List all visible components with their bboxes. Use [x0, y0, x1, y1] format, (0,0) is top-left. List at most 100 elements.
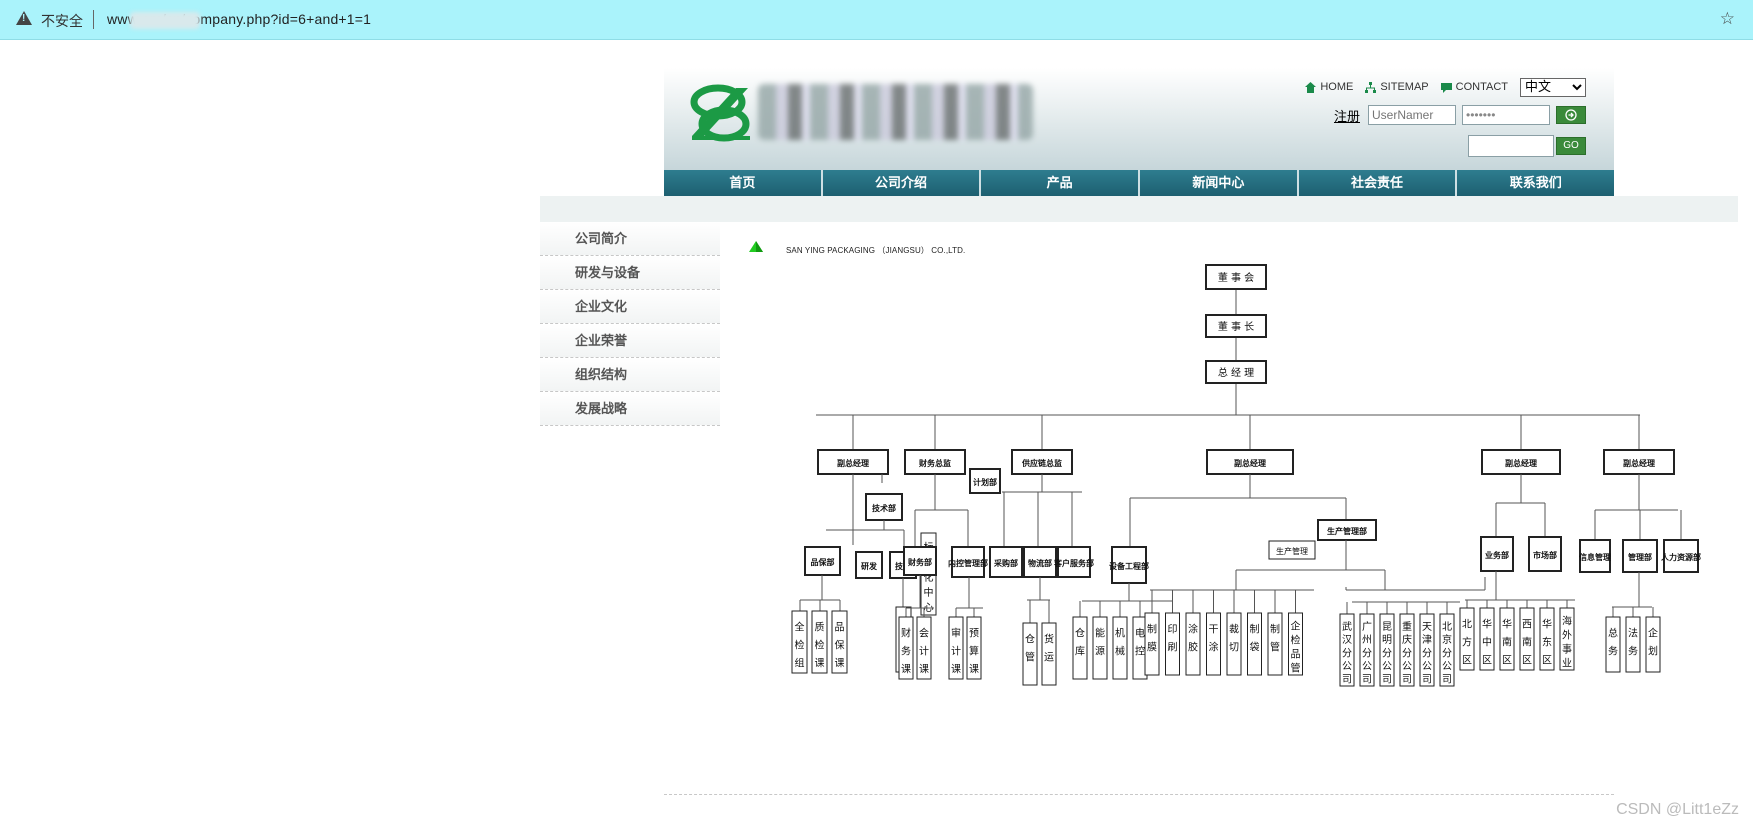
org-box-char: 分 — [1422, 647, 1432, 659]
org-box-label: 财务总监 — [918, 458, 951, 468]
org-box: 供应链总监 — [1011, 449, 1073, 475]
org-box-char: 华 — [1482, 618, 1492, 631]
org-box: 董 事 长 — [1205, 314, 1267, 338]
org-box-char: 外 — [1562, 630, 1572, 642]
nav-news[interactable]: 新闻中心 — [1140, 170, 1299, 196]
org-box-label: 信息管理 — [1579, 552, 1611, 562]
register-link[interactable]: 注册 — [1334, 106, 1360, 125]
sidebar-item-profile[interactable]: 公司简介 — [540, 222, 720, 256]
org-box-char: 质 — [815, 622, 825, 634]
org-box-label: 业务部 — [1485, 550, 1509, 560]
username-input[interactable] — [1368, 105, 1456, 125]
sidebar-item-structure[interactable]: 组织结构 — [540, 358, 720, 392]
org-box-char: 公 — [1362, 662, 1372, 673]
org-box: 法务 — [1625, 616, 1641, 673]
org-box: 采购部 — [989, 546, 1023, 578]
org-box-char: 公 — [1422, 662, 1432, 673]
security-label[interactable]: 不安全 — [41, 11, 83, 31]
org-box: 副总经理 — [1481, 449, 1561, 475]
address-bar[interactable]: 不安全 www om/cn/company.php?id=6+and+1=1 ☆ — [0, 0, 1753, 40]
org-box-char: 司 — [1422, 675, 1432, 686]
org-box-char: 东 — [1542, 636, 1552, 649]
contact-icon — [1440, 82, 1452, 93]
org-box-label: 副总经理 — [837, 458, 869, 468]
org-box-char: 公 — [1402, 662, 1412, 673]
sitemap-link[interactable]: SITEMAP — [1365, 81, 1429, 93]
org-box: 制袋 — [1247, 612, 1262, 676]
org-box-label: 供应链总监 — [1021, 458, 1062, 468]
org-box-label: 品保部 — [811, 557, 835, 567]
org-box-label: 内控管理部 — [948, 558, 988, 568]
org-box-char: 分 — [1362, 647, 1372, 659]
nav-company[interactable]: 公司介绍 — [823, 170, 982, 196]
org-box-char: 课 — [835, 658, 845, 670]
org-box-char: 中 — [924, 586, 934, 599]
org-box-char: 区 — [1542, 655, 1552, 667]
org-box-char: 津 — [1422, 634, 1432, 646]
org-box-label: 财务部 — [907, 557, 932, 567]
org-box-label: 人力资源部 — [1661, 552, 1701, 562]
org-box-char: 品 — [1291, 649, 1301, 661]
org-box: 华东区 — [1539, 607, 1555, 671]
org-box: 广州分公司 — [1359, 613, 1375, 687]
org-box: 裁切 — [1226, 612, 1242, 676]
org-box: 华南区 — [1499, 607, 1515, 671]
sidebar-item-rd[interactable]: 研发与设备 — [540, 256, 720, 290]
org-box: 华中区 — [1479, 607, 1495, 671]
org-box: 生产管理部 — [1317, 519, 1377, 541]
nav-products[interactable]: 产品 — [981, 170, 1141, 196]
org-box-char: 划 — [1648, 645, 1658, 658]
org-box-char: 分 — [1442, 647, 1452, 659]
org-box-char: 庆 — [1402, 633, 1412, 646]
org-box: 武汉分公司 — [1339, 613, 1355, 687]
org-box-char: 保 — [835, 639, 845, 652]
org-box-char: 管 — [1270, 641, 1280, 654]
org-box-char: 司 — [1342, 675, 1352, 686]
org-box-char: 电 — [1135, 627, 1145, 640]
org-box-label: 客户服务部 — [1053, 558, 1094, 568]
password-input[interactable] — [1462, 105, 1550, 125]
org-box-char: 涂 — [1188, 623, 1198, 636]
org-box: 重庆分公司 — [1399, 613, 1415, 687]
language-select[interactable]: 中文 — [1520, 77, 1586, 97]
org-box: 品保课 — [831, 610, 848, 674]
company-logo[interactable] — [688, 84, 752, 142]
org-box: 北方区 — [1459, 607, 1475, 671]
org-box: 北京分公司 — [1439, 613, 1455, 687]
login-button[interactable] — [1556, 106, 1586, 124]
org-box-char: 源 — [1095, 645, 1105, 658]
search-form: GO — [1468, 135, 1586, 157]
org-box-char: 汉 — [1342, 634, 1352, 646]
nav-social[interactable]: 社会责任 — [1299, 170, 1458, 196]
nav-home[interactable]: 首页 — [664, 170, 823, 196]
search-go-button[interactable]: GO — [1556, 137, 1586, 155]
nav-contact[interactable]: 联系我们 — [1457, 170, 1614, 196]
org-box-char: 分 — [1342, 647, 1352, 659]
bookmark-star-icon[interactable]: ☆ — [1720, 9, 1735, 29]
org-box-char: 全 — [795, 621, 805, 634]
org-box: 设备工程部 — [1109, 546, 1149, 584]
org-box: 品保部 — [804, 546, 841, 576]
sidebar-item-strategy[interactable]: 发展战略 — [540, 392, 720, 426]
sidebar-item-honors[interactable]: 企业荣誉 — [540, 324, 720, 358]
org-box: 市场部 — [1528, 536, 1562, 572]
org-box-char: 课 — [815, 658, 825, 670]
home-link[interactable]: HOME — [1305, 81, 1353, 93]
org-box: 财务总监 — [904, 449, 966, 475]
org-box-label: 副总经理 — [1505, 458, 1537, 468]
org-box-char: 管 — [1291, 662, 1301, 675]
org-box: 全检组 — [791, 610, 808, 674]
sidebar-item-culture[interactable]: 企业文化 — [540, 290, 720, 324]
content-top-band — [540, 196, 1738, 222]
org-box: 货运 — [1041, 622, 1057, 686]
org-box-char: 仓 — [1075, 627, 1085, 640]
search-input[interactable] — [1468, 135, 1554, 157]
org-box-char: 课 — [919, 664, 929, 676]
contact-link[interactable]: CONTACT — [1440, 81, 1508, 93]
org-box-char: 计 — [951, 645, 961, 658]
org-box: 企划 — [1645, 616, 1661, 673]
org-box-label: 董 事 会 — [1218, 271, 1254, 284]
top-links: HOME SITEMAP CONTACT 中文 — [1305, 77, 1586, 97]
org-box-char: 司 — [1382, 675, 1392, 686]
sitemap-link-label: SITEMAP — [1380, 81, 1429, 93]
